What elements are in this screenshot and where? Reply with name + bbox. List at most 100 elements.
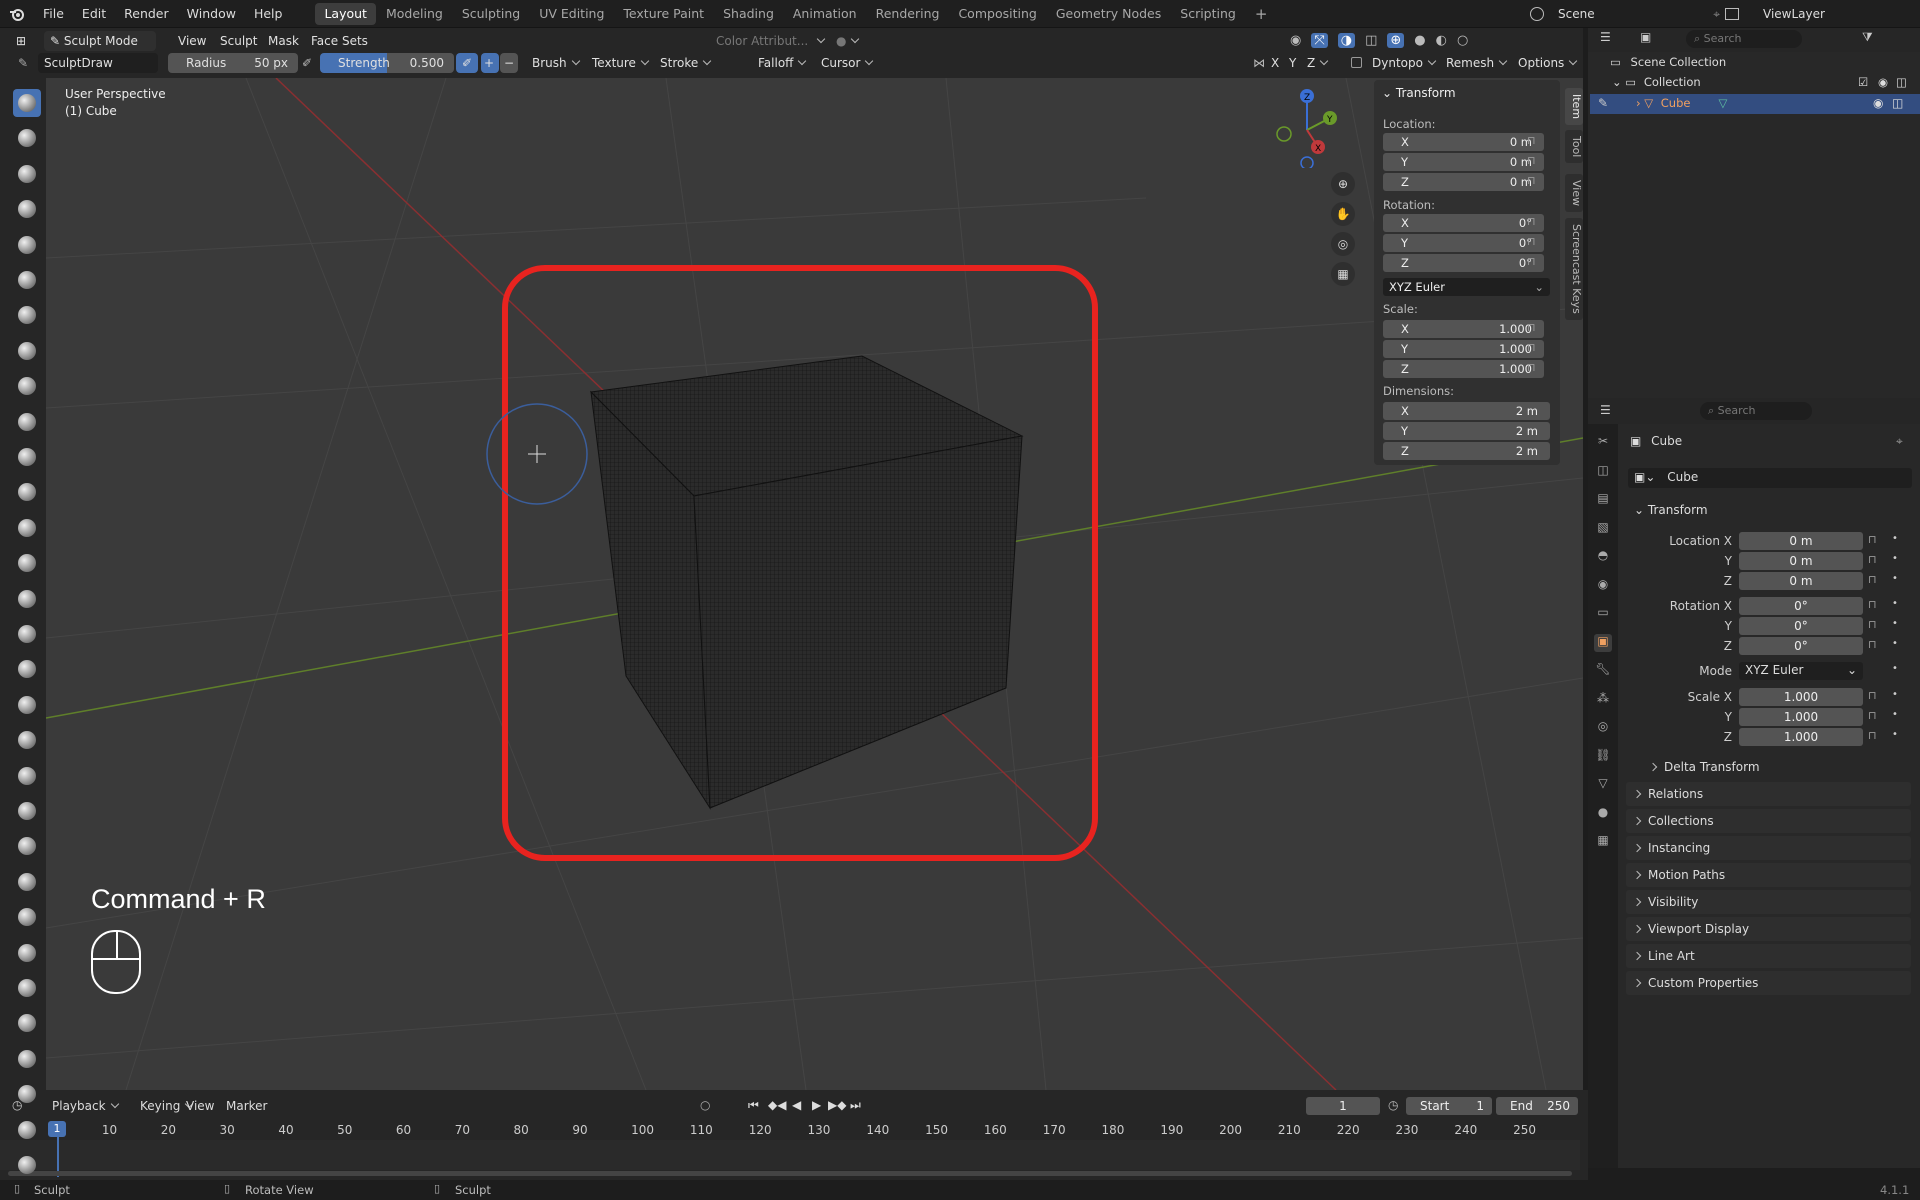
- menu-edit[interactable]: Edit: [73, 0, 115, 28]
- lock-icon[interactable]: ⊓: [1868, 533, 1877, 546]
- rotation-y-field[interactable]: 0°: [1739, 617, 1863, 635]
- section-collections[interactable]: Collections: [1626, 809, 1911, 833]
- tool-thumb-icon[interactable]: [13, 726, 41, 754]
- playback-menu[interactable]: Playback: [52, 1099, 118, 1113]
- stroke-dropdown[interactable]: Stroke: [654, 53, 716, 73]
- collection-row[interactable]: ⌄ ▭ Collection ☑ ◉ ◫: [1612, 75, 1912, 89]
- tool-clay-icon[interactable]: [13, 160, 41, 188]
- tab-modeling[interactable]: Modeling: [377, 3, 452, 25]
- tab-geometry-nodes[interactable]: Geometry Nodes: [1047, 3, 1170, 25]
- jump-start-icon[interactable]: ⏮: [748, 1098, 759, 1113]
- prev-keyframe-icon[interactable]: ◆◀: [768, 1098, 786, 1112]
- properties-editor-icon[interactable]: ☰: [1600, 403, 1611, 417]
- options-dropdown[interactable]: Options: [1512, 53, 1582, 73]
- location-z-field[interactable]: 0 m: [1739, 572, 1863, 590]
- tab-view[interactable]: View: [1565, 174, 1583, 213]
- keyframe-dot-icon[interactable]: •: [1892, 729, 1898, 740]
- tool-slide-relax-icon[interactable]: [13, 868, 41, 896]
- tool-smooth-icon[interactable]: [13, 408, 41, 436]
- section-custom-properties[interactable]: Custom Properties: [1626, 971, 1911, 995]
- play-reverse-icon[interactable]: ◀: [792, 1098, 801, 1112]
- start-frame-field[interactable]: Start 1: [1406, 1097, 1492, 1115]
- brush-name-field[interactable]: SculptDraw: [38, 53, 158, 73]
- texture-dropdown[interactable]: Texture: [586, 53, 654, 73]
- menu-sculpt[interactable]: Sculpt: [214, 31, 263, 51]
- lock-icon[interactable]: ⊓: [1868, 573, 1877, 586]
- cube-mesh[interactable]: [589, 355, 1024, 810]
- zoom-icon[interactable]: ⊕: [1331, 172, 1355, 196]
- navigation-gizmo[interactable]: Z Y X: [1268, 88, 1358, 168]
- tool-fill-icon[interactable]: [13, 478, 41, 506]
- tool-grab-icon[interactable]: [13, 620, 41, 648]
- scale-y-field[interactable]: 1.000: [1739, 708, 1863, 726]
- tool-blob-icon[interactable]: [13, 337, 41, 365]
- tool-layer-icon[interactable]: [13, 266, 41, 294]
- auto-keying-icon[interactable]: ○: [700, 1098, 710, 1112]
- properties-tab-output-icon[interactable]: ▤: [1594, 491, 1612, 509]
- tab-screencast-keys[interactable]: Screencast Keys: [1565, 218, 1583, 320]
- menu-face-sets[interactable]: Face Sets: [305, 31, 374, 51]
- tool-nudge-icon[interactable]: [13, 797, 41, 825]
- tab-compositing[interactable]: Compositing: [949, 3, 1045, 25]
- gizmo-icon[interactable]: ⤧: [1311, 32, 1328, 48]
- cube-render-icon[interactable]: ◫: [1892, 96, 1903, 110]
- tab-sculpting[interactable]: Sculpting: [453, 3, 529, 25]
- tool-pinch-icon[interactable]: [13, 585, 41, 613]
- npanel-scale-y-field[interactable]: Y 1.000: [1383, 340, 1544, 358]
- npanel-location-y-field[interactable]: Y0 m: [1383, 153, 1544, 171]
- npanel-dimensions-y-field[interactable]: Y 2 m: [1383, 422, 1550, 440]
- radius-field[interactable]: Radius 50 px: [168, 53, 298, 73]
- ortho-grid-icon[interactable]: ▦: [1331, 262, 1355, 286]
- collection-render-icon[interactable]: ◫: [1896, 75, 1907, 89]
- lock-icon[interactable]: ⊓: [1868, 598, 1877, 611]
- outliner-search[interactable]: ⌕ Search: [1686, 30, 1802, 48]
- keyframe-dot-icon[interactable]: •: [1892, 598, 1898, 609]
- location-y-field[interactable]: 0 m: [1739, 552, 1863, 570]
- overlay-icon[interactable]: ◑: [1337, 32, 1356, 48]
- keyframe-dot-icon[interactable]: •: [1892, 618, 1898, 629]
- cube-visibility-icon[interactable]: ◉: [1873, 96, 1883, 110]
- tool-simplify-icon[interactable]: [13, 974, 41, 1002]
- lock-icon[interactable]: ⊓: [1527, 215, 1536, 228]
- strength-field[interactable]: Strength 0.500: [320, 53, 454, 73]
- section-line-art[interactable]: Line Art: [1626, 944, 1911, 968]
- rotation-z-field[interactable]: 0°: [1739, 637, 1863, 655]
- menu-file[interactable]: File: [34, 0, 73, 28]
- collection-checkbox-icon[interactable]: ☑: [1858, 75, 1868, 89]
- color-attribute-selector[interactable]: Color Attribut...: [710, 31, 830, 51]
- tool-cloth-icon[interactable]: [13, 939, 41, 967]
- properties-tab-material-icon[interactable]: ●: [1594, 805, 1612, 823]
- npanel-rotation-y-field[interactable]: Y 0°: [1383, 234, 1544, 252]
- color-dot-icon[interactable]: ●: [830, 31, 864, 51]
- menu-view[interactable]: View: [172, 31, 212, 51]
- cursor-dropdown[interactable]: Cursor: [815, 53, 878, 73]
- delta-transform-section[interactable]: Delta Transform: [1642, 755, 1910, 779]
- section-instancing[interactable]: Instancing: [1626, 836, 1911, 860]
- symmetry-y[interactable]: Y: [1286, 53, 1299, 73]
- properties-tab-texture-icon[interactable]: ▦: [1594, 833, 1612, 851]
- next-keyframe-icon[interactable]: ▶◆: [828, 1098, 846, 1112]
- lock-icon[interactable]: ⊓: [1527, 174, 1536, 187]
- 3d-viewport[interactable]: User Perspective (1) Cube Command + R Z …: [46, 78, 1583, 1090]
- tool-pose-icon[interactable]: [13, 762, 41, 790]
- timeline-view-menu[interactable]: View: [186, 1099, 214, 1113]
- scale-x-field[interactable]: 1.000: [1739, 688, 1863, 706]
- tool-boundary-icon[interactable]: [13, 903, 41, 931]
- scene-selector[interactable]: Scene ⌖: [1530, 4, 1720, 24]
- remesh-dropdown[interactable]: Remesh: [1440, 53, 1512, 73]
- rotation-x-field[interactable]: 0°: [1739, 597, 1863, 615]
- tool-snake-hook-icon[interactable]: [13, 691, 41, 719]
- keyframe-dot-icon[interactable]: •: [1892, 689, 1898, 700]
- npanel-scale-z-field[interactable]: Z 1.000: [1383, 360, 1544, 378]
- keyframe-dot-icon[interactable]: •: [1892, 573, 1898, 584]
- scene-collection-row[interactable]: ▭ Scene Collection: [1610, 55, 1726, 69]
- lock-icon[interactable]: ⊓: [1527, 154, 1536, 167]
- pin-object-icon[interactable]: ⌖: [1896, 434, 1903, 449]
- npanel-scale-x-field[interactable]: X 1.000: [1383, 320, 1544, 338]
- tab-tool[interactable]: Tool: [1565, 130, 1583, 164]
- lock-icon[interactable]: ⊓: [1527, 134, 1536, 147]
- properties-tab-world-icon[interactable]: ◉: [1594, 577, 1612, 595]
- tool-scrape-icon[interactable]: [13, 514, 41, 542]
- preview-range-icon[interactable]: ◷: [1388, 1098, 1398, 1112]
- editor-type-icon[interactable]: ⊞: [10, 31, 32, 51]
